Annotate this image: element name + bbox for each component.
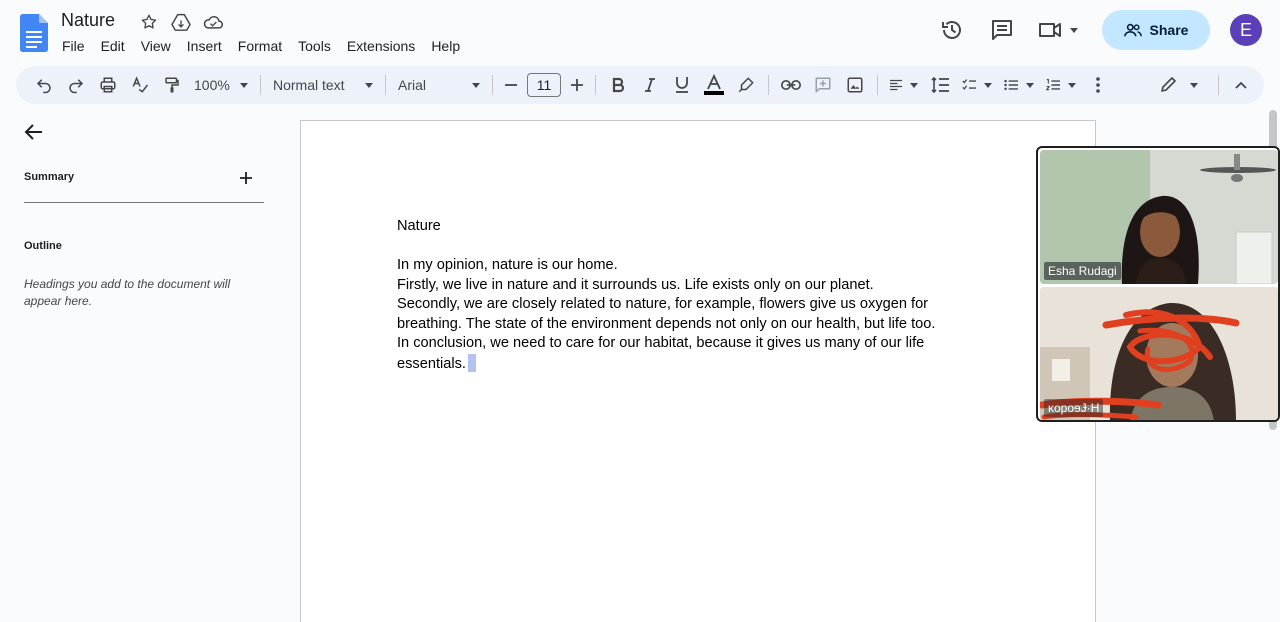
- menu-help[interactable]: Help: [423, 37, 468, 57]
- chevron-down-icon: [1068, 82, 1076, 88]
- document-title[interactable]: Nature: [61, 10, 115, 31]
- participant-tile[interactable]: Esha Rudagi: [1040, 150, 1278, 284]
- outline-panel: Summary Outline Headings you add to the …: [0, 110, 290, 622]
- font-select[interactable]: Arial: [392, 71, 486, 99]
- numbered-list-select[interactable]: [1040, 71, 1082, 99]
- chevron-down-icon: [1026, 82, 1034, 88]
- star-icon[interactable]: [136, 11, 162, 33]
- decrease-font-size-icon[interactable]: [499, 71, 523, 99]
- participant-name: Esha Rudagi: [1044, 262, 1121, 280]
- more-icon[interactable]: [1082, 71, 1114, 99]
- menu-edit[interactable]: Edit: [93, 37, 133, 57]
- toolbar-divider: [260, 75, 261, 95]
- toolbar-divider: [768, 75, 769, 95]
- docs-logo[interactable]: [20, 14, 48, 52]
- numbered-list-icon: [1046, 79, 1060, 91]
- line-spacing-icon[interactable]: [924, 71, 956, 99]
- underline-icon[interactable]: [666, 71, 698, 99]
- chevron-down-icon: [984, 82, 992, 88]
- font-value: Arial: [398, 77, 427, 93]
- redo-icon[interactable]: [60, 71, 92, 99]
- paragraph-line-text[interactable]: essentials.: [397, 356, 466, 372]
- undo-icon[interactable]: [28, 71, 60, 99]
- menu-format[interactable]: Format: [230, 37, 290, 57]
- summary-heading: Summary: [24, 171, 75, 183]
- back-arrow-icon[interactable]: [24, 122, 44, 147]
- image-icon[interactable]: [839, 71, 871, 99]
- bold-icon[interactable]: [602, 71, 634, 99]
- checklist-select[interactable]: [956, 71, 998, 99]
- outline-heading: Outline: [24, 240, 62, 252]
- share-button[interactable]: Share: [1102, 10, 1210, 50]
- comment-icon[interactable]: [982, 10, 1022, 50]
- edit-mode-icon: [1161, 77, 1176, 92]
- participant-tile[interactable]: ĸopoɘɈ·Н: [1040, 287, 1278, 420]
- chevron-down-icon: [365, 82, 373, 88]
- toolbar-divider: [877, 75, 878, 95]
- avatar[interactable]: E: [1230, 14, 1262, 46]
- style-value: Normal text: [273, 77, 345, 93]
- menu-bar: File Edit View Insert Format Tools Exten…: [54, 37, 468, 57]
- participant-name: ĸopoɘɈ·Н: [1044, 399, 1104, 417]
- align-icon: [890, 79, 902, 91]
- formatting-toolbar: 100% Normal text Arial 11: [16, 66, 1264, 104]
- outline-hint-text: Headings you add to the document will ap…: [24, 277, 231, 308]
- style-select[interactable]: Normal text: [267, 71, 379, 99]
- zoom-value: 100%: [194, 77, 230, 93]
- move-to-drive-icon[interactable]: [168, 11, 194, 33]
- menu-view[interactable]: View: [133, 37, 179, 57]
- align-select[interactable]: [884, 71, 924, 99]
- toolbar-divider: [1218, 75, 1219, 95]
- text-cursor-selection: [467, 353, 476, 372]
- chevron-down-icon: [472, 82, 480, 88]
- paragraph-line[interactable]: Firstly, we live in nature and it surrou…: [397, 276, 957, 296]
- paragraph-line-last[interactable]: essentials.: [397, 353, 957, 375]
- document-heading[interactable]: Nature: [397, 217, 957, 237]
- spellcheck-icon[interactable]: [124, 71, 156, 99]
- print-icon[interactable]: [92, 71, 124, 99]
- cloud-saved-icon[interactable]: [200, 11, 226, 33]
- plus-icon[interactable]: [238, 170, 254, 191]
- editing-mode-select[interactable]: [1154, 71, 1204, 99]
- chevron-down-icon: [240, 82, 248, 88]
- history-icon[interactable]: [932, 10, 972, 50]
- text-color-icon[interactable]: [698, 71, 730, 99]
- increase-font-size-icon[interactable]: [565, 71, 589, 99]
- title-bar: Nature File Edit View Insert Format Tool…: [0, 0, 1280, 64]
- bullet-list-select[interactable]: [998, 71, 1040, 99]
- document-page[interactable]: Nature In my opinion, nature is our home…: [300, 120, 1096, 622]
- paragraph-line[interactable]: breathing. The state of the environment …: [397, 315, 957, 335]
- checklist-icon: [962, 79, 976, 90]
- font-size-input[interactable]: 11: [527, 73, 561, 97]
- highlight-icon[interactable]: [730, 71, 762, 99]
- zoom-select[interactable]: 100%: [188, 71, 254, 99]
- link-icon[interactable]: [775, 71, 807, 99]
- paragraph-line[interactable]: In my opinion, nature is our home.: [397, 256, 957, 276]
- paint-format-icon[interactable]: [156, 71, 188, 99]
- share-label: Share: [1149, 22, 1189, 38]
- panel-divider: [24, 202, 264, 203]
- menu-tools[interactable]: Tools: [290, 37, 339, 57]
- italic-icon[interactable]: [634, 71, 666, 99]
- chevron-down-icon: [1190, 82, 1198, 88]
- menu-file[interactable]: File: [54, 37, 93, 57]
- video-call-panel[interactable]: Esha Rudagi ĸopoɘɈ·Н: [1036, 146, 1280, 422]
- toolbar-divider: [492, 75, 493, 95]
- toolbar-divider: [595, 75, 596, 95]
- menu-insert[interactable]: Insert: [179, 37, 230, 57]
- meet-icon[interactable]: [1032, 10, 1084, 50]
- collapse-icon[interactable]: [1225, 71, 1257, 99]
- toolbar-divider: [385, 75, 386, 95]
- paragraph-line[interactable]: In conclusion, we need to care for our h…: [397, 334, 957, 354]
- people-icon: [1123, 23, 1142, 37]
- add-comment-icon[interactable]: [807, 71, 839, 99]
- bullet-list-icon: [1004, 79, 1018, 91]
- menu-extensions[interactable]: Extensions: [339, 37, 423, 57]
- paragraph-line[interactable]: Secondly, we are closely related to natu…: [397, 295, 957, 315]
- chevron-down-icon: [910, 82, 918, 88]
- document-body[interactable]: Nature In my opinion, nature is our home…: [397, 217, 957, 374]
